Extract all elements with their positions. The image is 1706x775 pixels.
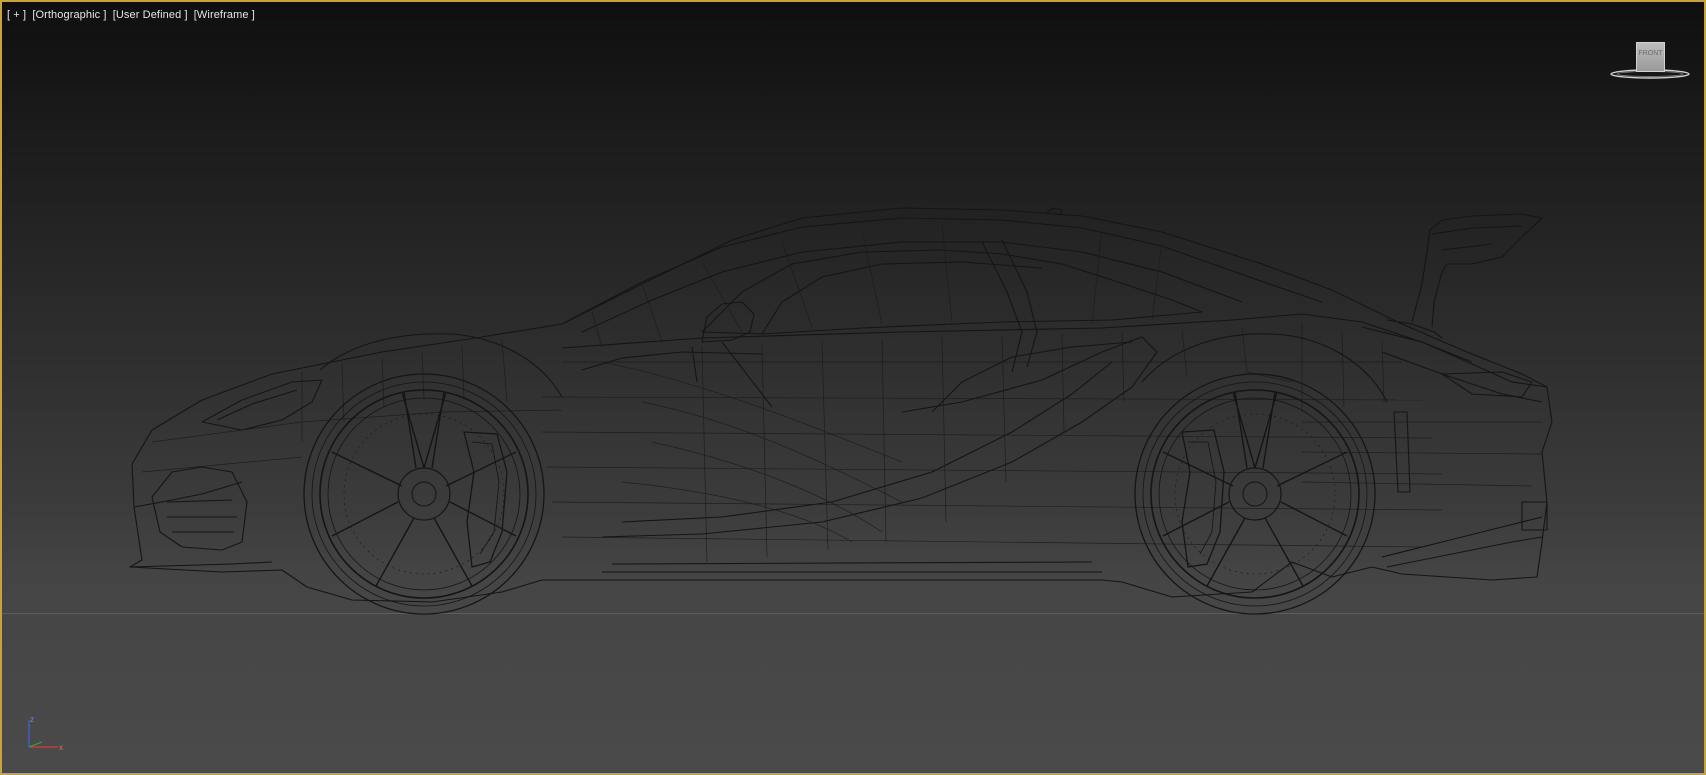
z-axis-label: z: [30, 715, 34, 724]
perspective-viewport[interactable]: [ + ] [Orthographic ] [User Defined ] [W…: [0, 0, 1706, 775]
rear-wheel-wireframe: [1134, 333, 1388, 615]
car-wireframe-model[interactable]: [2, 2, 1704, 773]
x-axis-label: x: [59, 743, 63, 752]
axis-tripod-icon: z x: [28, 715, 63, 752]
